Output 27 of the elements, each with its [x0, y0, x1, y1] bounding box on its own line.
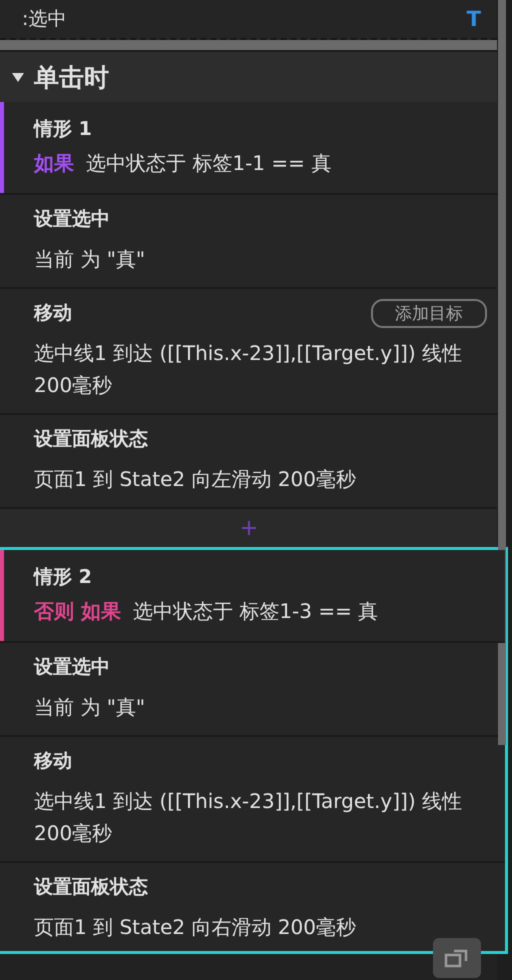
action-description[interactable]: 页面1 到 State2 向右滑动 200毫秒 — [34, 911, 495, 943]
type-marker: T — [466, 7, 481, 31]
action-description[interactable]: 选中线1 到达 ([[This.x-23]],[[Target.y]]) 线性 200毫秒 — [34, 337, 487, 401]
case-title[interactable]: 情形 1 — [34, 116, 497, 142]
action-description[interactable]: 当前 为 "真" — [34, 243, 487, 275]
action-name[interactable]: 设置面板状态 — [34, 874, 148, 900]
add-target-button[interactable]: 添加目标 — [371, 298, 487, 328]
action-name[interactable]: 移动 — [34, 300, 72, 326]
event-title: 单击时 — [34, 62, 109, 94]
condition-text: 选中状态于 标签1-3 == 真 — [132, 598, 378, 625]
action-name[interactable]: 设置选中 — [34, 206, 110, 232]
event-label: :选中 — [22, 7, 66, 32]
action-name[interactable]: 移动 — [34, 748, 72, 774]
action-description[interactable]: 当前 为 "真" — [34, 691, 495, 723]
window-icon — [444, 947, 470, 969]
action-name[interactable]: 设置选中 — [34, 654, 110, 680]
case-title[interactable]: 情形 2 — [34, 564, 505, 590]
case-block[interactable]: 情形 2 否则 如果 选中状态于 标签1-3 == 真 设置选中 当前 为 "真" 移动 选中线1 到达 ([[This.x-23]],[[Target.y]]) 线性 200毫秒 设置面板状态 页面1 到 State2 向右滑动 200毫秒 — [0, 547, 508, 954]
action-description[interactable]: 页面1 到 State2 向左滑动 200毫秒 — [34, 463, 487, 495]
condition-keyword: 如果 — [34, 150, 74, 177]
action-name[interactable]: 设置面板状态 — [34, 426, 148, 452]
condition-keyword: 否则 如果 — [34, 598, 121, 625]
popout-button[interactable] — [433, 938, 481, 978]
case-block[interactable]: 情形 1 如果 选中状态于 标签1-1 == 真 设置选中 当前 为 "真" 移动 添加目标 选中线1 到达 ([[This.x-23]],[[Target.y]]) 线性 200毫秒 设置面板状态 页面1 到 State2 向左滑动 200毫秒 — [0, 102, 497, 509]
expand-triangle-icon[interactable] — [12, 72, 24, 82]
action-description[interactable]: 选中线1 到达 ([[This.x-23]],[[Target.y]]) 线性 200毫秒 — [34, 785, 495, 849]
condition-text: 选中状态于 标签1-1 == 真 — [86, 150, 332, 177]
